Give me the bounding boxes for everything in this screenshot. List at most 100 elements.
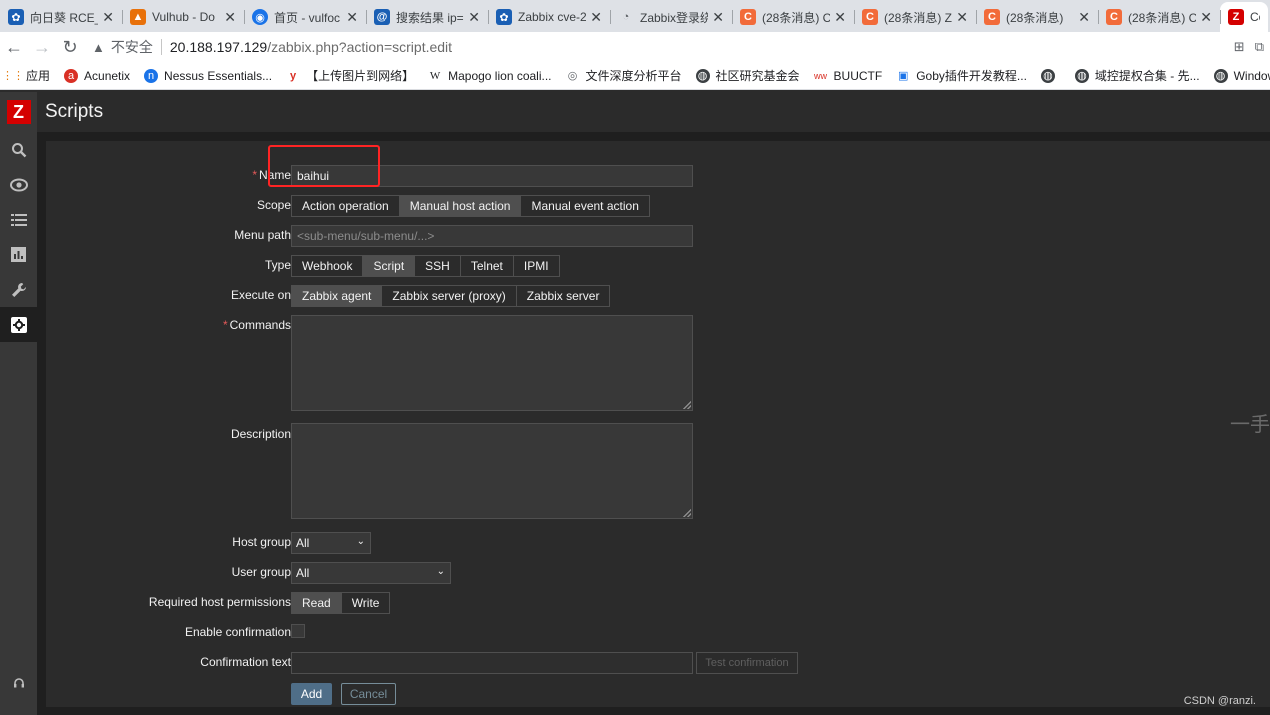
annotation-highlight-box: [268, 145, 380, 187]
type-option-telnet[interactable]: Telnet: [459, 256, 513, 276]
browser-tab[interactable]: ◔ Zabbix登录绕 ✕: [610, 2, 732, 32]
cancel-button[interactable]: Cancel: [341, 683, 396, 705]
share-icon[interactable]: ⧉: [1255, 39, 1264, 55]
globe-icon: ◍: [695, 68, 710, 83]
tab-title: Vulhub - Do: [152, 10, 215, 24]
browser-tab[interactable]: C (28条消息) C ✕: [732, 2, 854, 32]
user-group-select[interactable]: All ⌄: [291, 562, 451, 584]
browser-tab[interactable]: @ 搜索结果 ip= ✕: [366, 2, 488, 32]
close-icon[interactable]: ✕: [712, 9, 724, 26]
support-headset-icon[interactable]: [0, 671, 37, 695]
commands-label: * Commands: [222, 318, 291, 332]
bookmark-item[interactable]: ww BUUCTF: [814, 69, 882, 83]
scope-option-action-operation[interactable]: Action operation: [292, 196, 399, 216]
bookmark-item[interactable]: n Nessus Essentials...: [144, 68, 272, 83]
globe-icon: ◍: [1213, 68, 1228, 83]
bookmark-apps[interactable]: ⋮⋮ 应用: [2, 67, 50, 84]
scope-option-manual-event-action[interactable]: Manual event action: [520, 196, 648, 216]
bookmark-item[interactable]: ◍Windows内核提权...: [1213, 67, 1270, 84]
tab-title: 搜索结果 ip=: [396, 10, 464, 25]
csdn-icon: C: [1106, 9, 1122, 25]
add-button[interactable]: Add: [291, 683, 332, 705]
commands-textarea[interactable]: [291, 315, 693, 411]
zabbix-sidebar: Z: [0, 92, 37, 715]
forward-arrow-icon[interactable]: →: [28, 33, 56, 61]
bookmark-item[interactable]: ◎ 文件深度分析平台: [566, 67, 682, 84]
warning-icon[interactable]: ▲: [92, 40, 105, 55]
scope-option-manual-host-action[interactable]: Manual host action: [398, 196, 521, 216]
vulhub-icon: ▲: [130, 9, 146, 25]
browser-tab[interactable]: C (28条消息) ✕: [976, 2, 1098, 32]
page-header: Scripts: [37, 92, 1270, 132]
permission-option-write[interactable]: Write: [340, 593, 390, 613]
close-icon[interactable]: ✕: [346, 9, 358, 26]
close-icon[interactable]: ✕: [224, 9, 236, 26]
close-icon[interactable]: ✕: [102, 9, 114, 26]
resize-handle-icon[interactable]: [683, 509, 691, 517]
content-area: * Name baihui Scope Action operation Manu…: [37, 132, 1270, 715]
tab-title: (28条消息): [1006, 10, 1064, 25]
name-label: * Name: [252, 168, 291, 182]
wikipedia-icon: W: [429, 69, 441, 82]
enable-confirmation-checkbox[interactable]: [291, 624, 305, 638]
browser-tab[interactable]: ✿ Zabbix cve-2 ✕: [488, 2, 610, 32]
bookmark-item[interactable]: ◍: [1040, 68, 1061, 83]
execute-on-zabbix-agent[interactable]: Zabbix agent: [292, 286, 382, 306]
buuctf-icon: ww: [814, 70, 828, 81]
browser-tab-strip: ✿ 向日葵 RCE_ ✕ ▲ Vulhub - Do ✕ ◉ 首页 - vulf…: [0, 0, 1270, 32]
permission-option-read[interactable]: Read: [292, 593, 341, 613]
type-option-ssh[interactable]: SSH: [414, 256, 460, 276]
bookmark-item[interactable]: W Mapogo lion coali...: [428, 69, 552, 83]
address-bar: ← → ↻ ▲ 不安全 20.188.197.129/zabbix.php?ac…: [0, 32, 1270, 62]
globe-icon: ◍: [1074, 68, 1089, 83]
type-option-webhook[interactable]: Webhook: [292, 256, 362, 276]
menu-path-field[interactable]: <sub-menu/sub-menu/...>: [291, 225, 693, 247]
close-icon[interactable]: ✕: [1200, 9, 1212, 26]
close-icon[interactable]: ✕: [956, 9, 968, 26]
csdn-icon: C: [740, 9, 756, 25]
menu-path-label: Menu path: [234, 228, 291, 242]
browser-tab-active[interactable]: Z Co: [1220, 2, 1268, 32]
reload-icon[interactable]: ↻: [56, 33, 84, 61]
back-arrow-icon[interactable]: ←: [0, 33, 28, 61]
nessus-icon: n: [144, 68, 159, 83]
bookmark-item[interactable]: ◍ 域控提权合集 - 先...: [1074, 67, 1200, 84]
bookmark-item[interactable]: y 【上传图片到网络】: [286, 67, 414, 84]
description-textarea[interactable]: [291, 423, 693, 519]
close-icon[interactable]: ✕: [468, 9, 480, 26]
close-icon[interactable]: ✕: [834, 9, 846, 26]
bilibili-icon: ▣: [898, 70, 909, 82]
type-option-ipmi[interactable]: IPMI: [512, 256, 559, 276]
browser-tab[interactable]: ▲ Vulhub - Do ✕: [122, 2, 244, 32]
url-path: /zabbix.php?action=script.edit: [267, 39, 453, 55]
divider: [160, 39, 162, 55]
bookmark-item[interactable]: ▣ Goby插件开发教程...: [896, 67, 1027, 84]
execute-on-label: Execute on: [230, 288, 291, 302]
execute-on-zabbix-server-proxy[interactable]: Zabbix server (proxy): [381, 286, 515, 306]
test-confirmation-button[interactable]: Test confirmation: [696, 652, 798, 674]
shield-icon: ◉: [252, 9, 268, 25]
tab-title: Zabbix登录绕: [640, 10, 709, 25]
close-icon[interactable]: ✕: [590, 9, 602, 26]
zabbix-logo[interactable]: Z: [0, 92, 37, 132]
translate-icon[interactable]: ⊞: [1234, 39, 1245, 55]
github-icon: ◔: [622, 11, 630, 23]
close-icon[interactable]: ✕: [1078, 9, 1090, 26]
browser-tab[interactable]: ✿ 向日葵 RCE_ ✕: [0, 2, 122, 32]
eye-icon: ◎: [567, 70, 578, 82]
browser-tab[interactable]: C (28条消息) Z ✕: [854, 2, 976, 32]
bookmark-item[interactable]: ◍ 社区研究基金会: [695, 67, 800, 84]
execute-on-zabbix-server[interactable]: Zabbix server: [515, 286, 610, 306]
browser-tab[interactable]: C (28条消息) C ✕: [1098, 2, 1220, 32]
host-group-select[interactable]: All ⌄: [291, 532, 371, 554]
url-field[interactable]: ▲ 不安全 20.188.197.129/zabbix.php?action=s…: [92, 33, 1234, 61]
search-icon[interactable]: [0, 132, 37, 167]
type-option-script[interactable]: Script: [362, 256, 415, 276]
zabbix-z-icon: Z: [1228, 9, 1244, 25]
confirmation-text-label: Confirmation text: [200, 655, 291, 669]
resize-handle-icon[interactable]: [683, 401, 691, 409]
browser-tab[interactable]: ◉ 首页 - vulfoc ✕: [244, 2, 366, 32]
type-label: Type: [264, 258, 291, 272]
bookmark-item[interactable]: a Acunetix: [64, 68, 130, 83]
confirmation-text-field[interactable]: [291, 652, 693, 674]
